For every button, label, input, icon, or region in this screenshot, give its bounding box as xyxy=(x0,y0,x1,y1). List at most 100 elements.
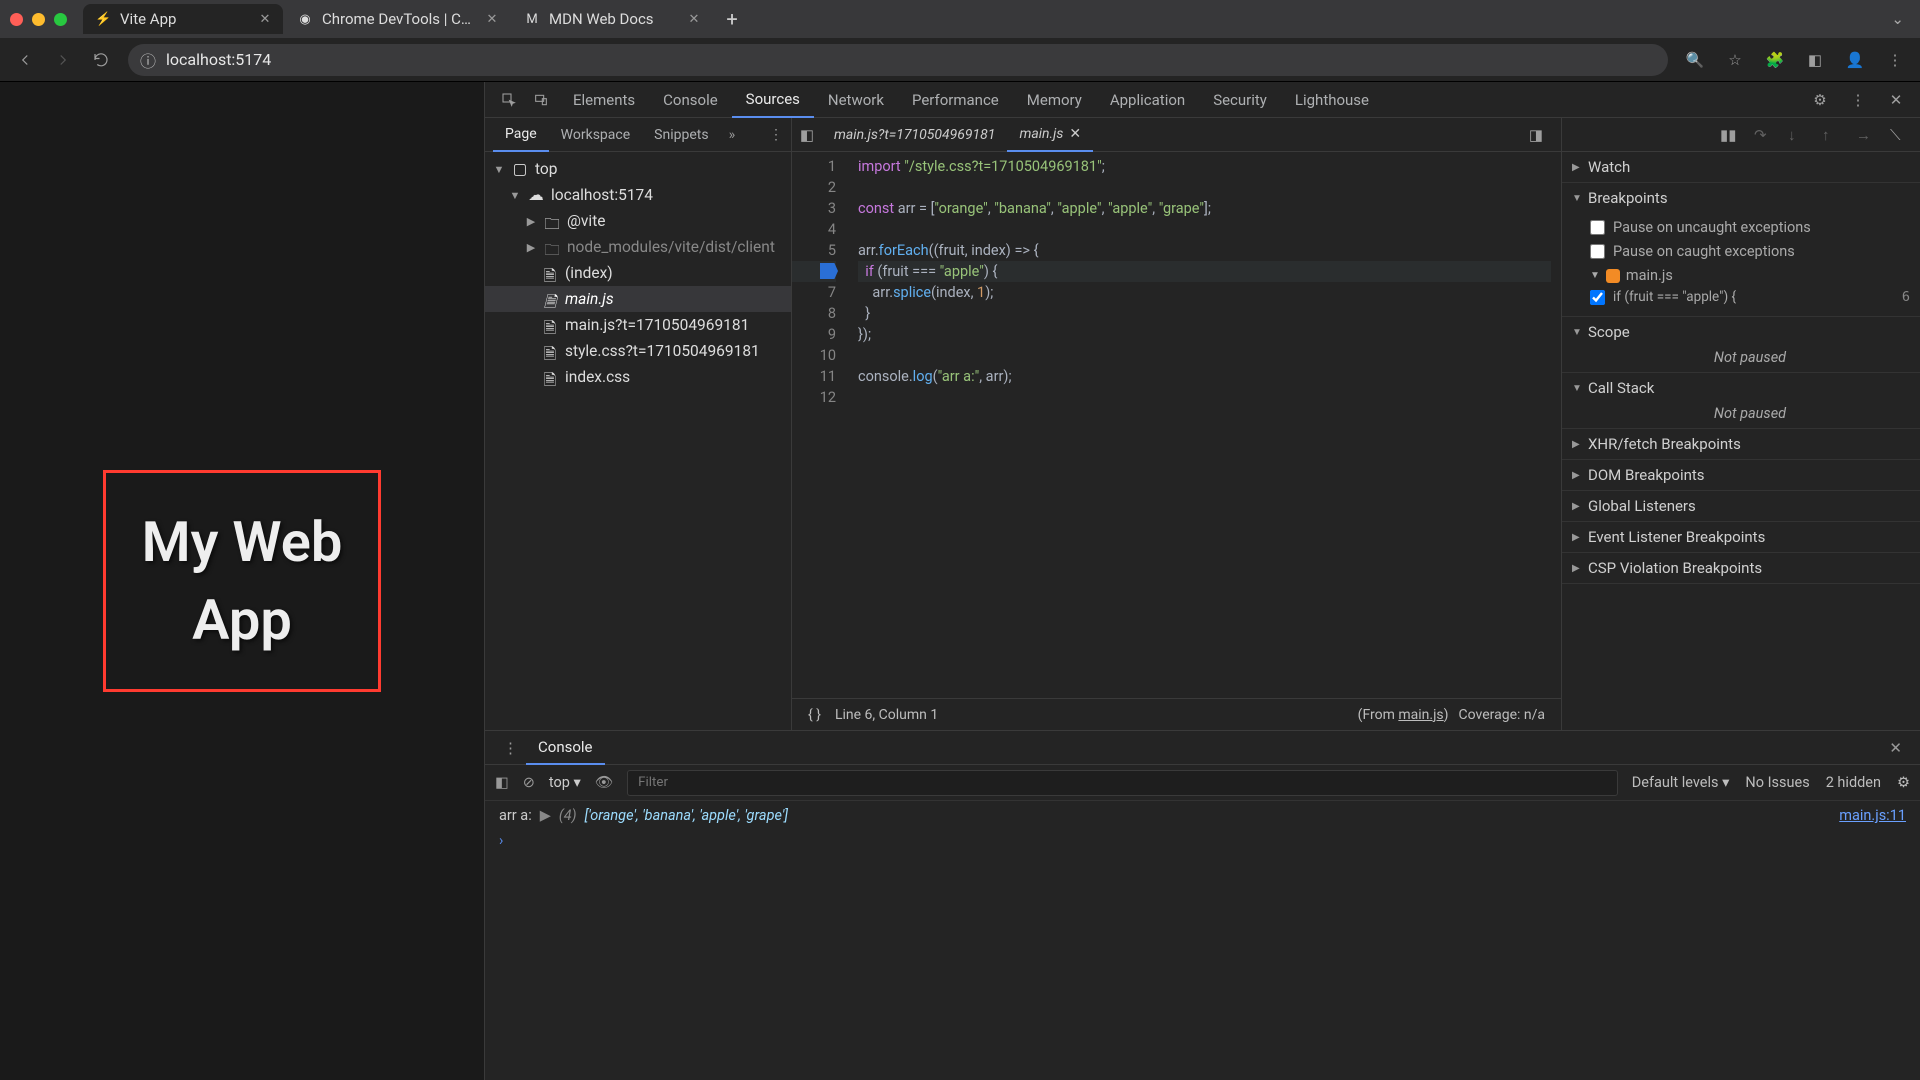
clear-console-icon[interactable]: ⊘ xyxy=(523,774,535,791)
tree-file[interactable]: 🗎index.css xyxy=(485,364,791,390)
console-settings-icon[interactable]: ⚙ xyxy=(1897,774,1910,791)
browser-tab[interactable]: ⚡Vite App✕ xyxy=(83,4,283,34)
editor-tab[interactable]: main.js✕ xyxy=(1007,118,1093,152)
drawer-menu-icon[interactable]: ⋮ xyxy=(495,739,526,757)
close-tab-icon[interactable]: ✕ xyxy=(484,11,500,27)
console-sidebar-toggle-icon[interactable]: ◧ xyxy=(495,774,509,791)
profile-icon[interactable]: 👤 xyxy=(1844,49,1866,71)
console-filter-input[interactable] xyxy=(627,770,1618,796)
chevron-down-icon[interactable]: ⌄ xyxy=(1891,10,1904,28)
devtools-tab-elements[interactable]: Elements xyxy=(559,82,649,118)
close-window-icon[interactable] xyxy=(10,13,23,26)
hidden-count[interactable]: 2 hidden xyxy=(1826,774,1881,791)
sources-subtab-page[interactable]: Page xyxy=(493,118,549,152)
bookmark-icon[interactable]: ☆ xyxy=(1724,49,1746,71)
tree-file[interactable]: 🗎main.js xyxy=(485,286,791,312)
format-code-icon[interactable]: { } xyxy=(808,707,821,723)
tree-folder-vite[interactable]: ▶🗀@vite xyxy=(485,208,791,234)
browser-tab[interactable]: ◉Chrome DevTools | Chrome✕ xyxy=(285,4,510,34)
devtools-tab-network[interactable]: Network xyxy=(814,82,898,118)
maximize-window-icon[interactable] xyxy=(54,13,67,26)
step-over-icon[interactable]: ↷ xyxy=(1754,126,1772,144)
file-icon: 🗎 xyxy=(541,316,559,334)
sources-subtab-snippets[interactable]: Snippets xyxy=(642,118,720,152)
forward-button[interactable] xyxy=(52,49,74,71)
favicon-icon: M xyxy=(524,11,540,27)
pause-button[interactable]: ▮▮ xyxy=(1720,126,1738,144)
pause-uncaught-checkbox[interactable]: Pause on uncaught exceptions xyxy=(1590,215,1910,239)
inspect-element-icon[interactable] xyxy=(495,86,523,114)
breakpoint-item[interactable]: if (fruit === "apple") {6 xyxy=(1590,284,1910,310)
code-area[interactable]: import "/style.css?t=1710504969181";cons… xyxy=(844,152,1561,698)
more-tabs-icon[interactable]: » xyxy=(723,127,742,143)
source-map-link[interactable]: main.js xyxy=(1398,707,1443,723)
toggle-debugger-icon[interactable]: ◨ xyxy=(1521,126,1551,144)
close-tab-icon[interactable]: ✕ xyxy=(1069,126,1081,142)
breakpoint-file[interactable]: ▼main.js xyxy=(1590,267,1910,284)
watch-section[interactable]: ▶Watch xyxy=(1562,152,1920,182)
tree-file[interactable]: 🗎style.css?t=1710504969181 xyxy=(485,338,791,364)
zoom-icon[interactable]: 🔍 xyxy=(1684,49,1706,71)
line-gutter[interactable]: 123456789101112 xyxy=(792,152,844,698)
live-expression-icon[interactable]: 👁 xyxy=(595,774,613,791)
tab-title: Vite App xyxy=(120,10,248,28)
pause-caught-checkbox[interactable]: Pause on caught exceptions xyxy=(1590,239,1910,263)
event-listener-breakpoints-section[interactable]: ▶Event Listener Breakpoints xyxy=(1562,522,1920,552)
console-log-source-link[interactable]: main.js:11 xyxy=(1839,807,1906,824)
step-into-icon[interactable]: ↓ xyxy=(1788,126,1806,144)
close-tab-icon[interactable]: ✕ xyxy=(257,11,273,27)
window-controls xyxy=(10,13,67,26)
new-tab-button[interactable]: + xyxy=(718,5,746,33)
close-drawer-icon[interactable]: ✕ xyxy=(1881,739,1910,757)
tree-folder-node-modules[interactable]: ▶🗀node_modules/vite/dist/client xyxy=(485,234,791,260)
more-options-icon[interactable]: ⋮ xyxy=(761,127,791,143)
more-icon[interactable]: ⋮ xyxy=(1844,86,1872,114)
address-bar[interactable]: ⓘ localhost:5174 xyxy=(128,44,1668,76)
deactivate-breakpoints-icon[interactable]: ⟍ xyxy=(1890,126,1908,144)
devtools-tab-console[interactable]: Console xyxy=(649,82,732,118)
browser-tab[interactable]: MMDN Web Docs✕ xyxy=(512,4,712,34)
back-button[interactable] xyxy=(14,49,36,71)
global-listeners-section[interactable]: ▶Global Listeners xyxy=(1562,491,1920,521)
tree-file[interactable]: 🗎main.js?t=1710504969181 xyxy=(485,312,791,338)
callstack-section[interactable]: ▼Call Stack xyxy=(1562,373,1920,403)
sources-subtab-workspace[interactable]: Workspace xyxy=(549,118,643,152)
issues-badge[interactable]: No Issues xyxy=(1745,774,1809,791)
devtools-tab-application[interactable]: Application xyxy=(1096,82,1199,118)
console-drawer-tab[interactable]: Console xyxy=(526,731,605,765)
side-panel-icon[interactable]: ◧ xyxy=(1804,49,1826,71)
code-editor[interactable]: 123456789101112 import "/style.css?t=171… xyxy=(792,152,1561,698)
devtools-tab-sources[interactable]: Sources xyxy=(732,82,814,118)
xhr-breakpoints-section[interactable]: ▶XHR/fetch Breakpoints xyxy=(1562,429,1920,459)
step-icon[interactable]: → xyxy=(1856,126,1874,144)
reload-button[interactable] xyxy=(90,49,112,71)
console-input[interactable]: › xyxy=(499,832,1906,849)
scope-section[interactable]: ▼Scope xyxy=(1562,317,1920,347)
context-selector[interactable]: top ▾ xyxy=(549,774,581,791)
minimize-window-icon[interactable] xyxy=(32,13,45,26)
tree-host[interactable]: ▼☁localhost:5174 xyxy=(485,182,791,208)
tab-title: Chrome DevTools | Chrome xyxy=(322,10,475,28)
toggle-navigator-icon[interactable]: ◧ xyxy=(792,126,822,144)
devtools-tab-lighthouse[interactable]: Lighthouse xyxy=(1281,82,1383,118)
csp-breakpoints-section[interactable]: ▶CSP Violation Breakpoints xyxy=(1562,553,1920,583)
site-info-icon[interactable]: ⓘ xyxy=(140,48,156,72)
tree-top[interactable]: ▼▢top xyxy=(485,156,791,182)
device-toggle-icon[interactable] xyxy=(527,86,555,114)
breakpoints-section[interactable]: ▼Breakpoints xyxy=(1562,183,1920,213)
debugger-sidebar: ▮▮ ↷ ↓ ↑ → ⟍ ▶Watch ▼Breakpoints Pause o… xyxy=(1562,118,1920,730)
devtools-tab-memory[interactable]: Memory xyxy=(1013,82,1096,118)
close-devtools-icon[interactable]: ✕ xyxy=(1882,86,1910,114)
step-out-icon[interactable]: ↑ xyxy=(1822,126,1840,144)
log-levels-selector[interactable]: Default levels ▾ xyxy=(1632,774,1730,791)
devtools-tab-performance[interactable]: Performance xyxy=(898,82,1013,118)
devtools-tab-security[interactable]: Security xyxy=(1199,82,1281,118)
extensions-icon[interactable]: 🧩 xyxy=(1764,49,1786,71)
dom-breakpoints-section[interactable]: ▶DOM Breakpoints xyxy=(1562,460,1920,490)
tree-file[interactable]: 🗎(index) xyxy=(485,260,791,286)
editor-tab[interactable]: main.js?t=1710504969181 xyxy=(822,118,1007,152)
close-tab-icon[interactable]: ✕ xyxy=(686,11,702,27)
settings-icon[interactable]: ⚙ xyxy=(1806,86,1834,114)
console-log-row[interactable]: arr a: ▶ (4) ['orange', 'banana', 'apple… xyxy=(499,807,1906,824)
menu-icon[interactable]: ⋮ xyxy=(1884,49,1906,71)
